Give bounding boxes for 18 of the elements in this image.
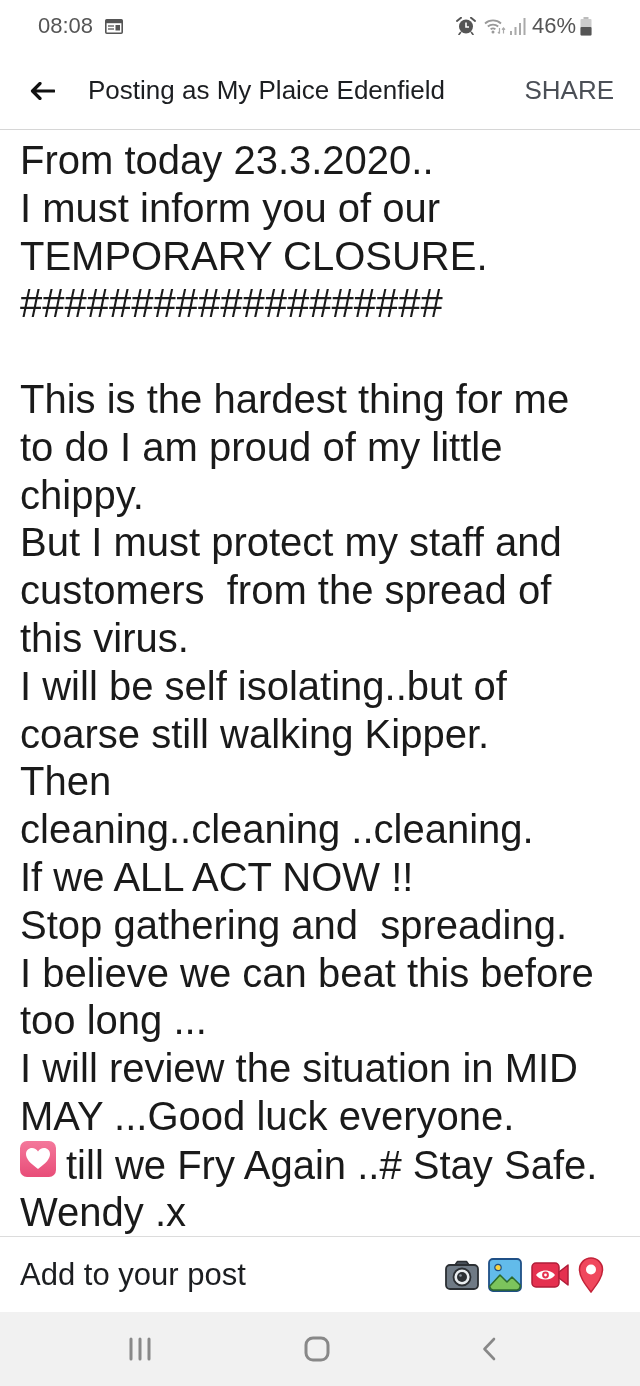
home-icon[interactable] — [304, 1336, 330, 1363]
add-to-post-label[interactable]: Add to your post — [20, 1256, 246, 1293]
alarm-icon — [455, 17, 476, 35]
video-camera-icon[interactable] — [531, 1260, 569, 1289]
newspaper-icon — [105, 18, 124, 34]
share-button[interactable]: SHARE — [524, 75, 614, 106]
recent-apps-icon[interactable] — [128, 1337, 152, 1362]
location-pin-icon[interactable] — [578, 1256, 604, 1293]
battery-icon — [580, 16, 592, 36]
status-time: 08:08 — [38, 13, 94, 39]
signal-icon — [509, 17, 526, 35]
back-arrow-icon[interactable] — [30, 81, 55, 100]
back-icon[interactable] — [482, 1337, 496, 1362]
header-title: Posting as My Plaice Edenfield — [88, 75, 446, 106]
wifi-icon — [483, 18, 506, 34]
battery-percent: 46% — [531, 13, 576, 39]
image-icon[interactable] — [488, 1257, 522, 1292]
camera-icon[interactable] — [445, 1259, 479, 1290]
